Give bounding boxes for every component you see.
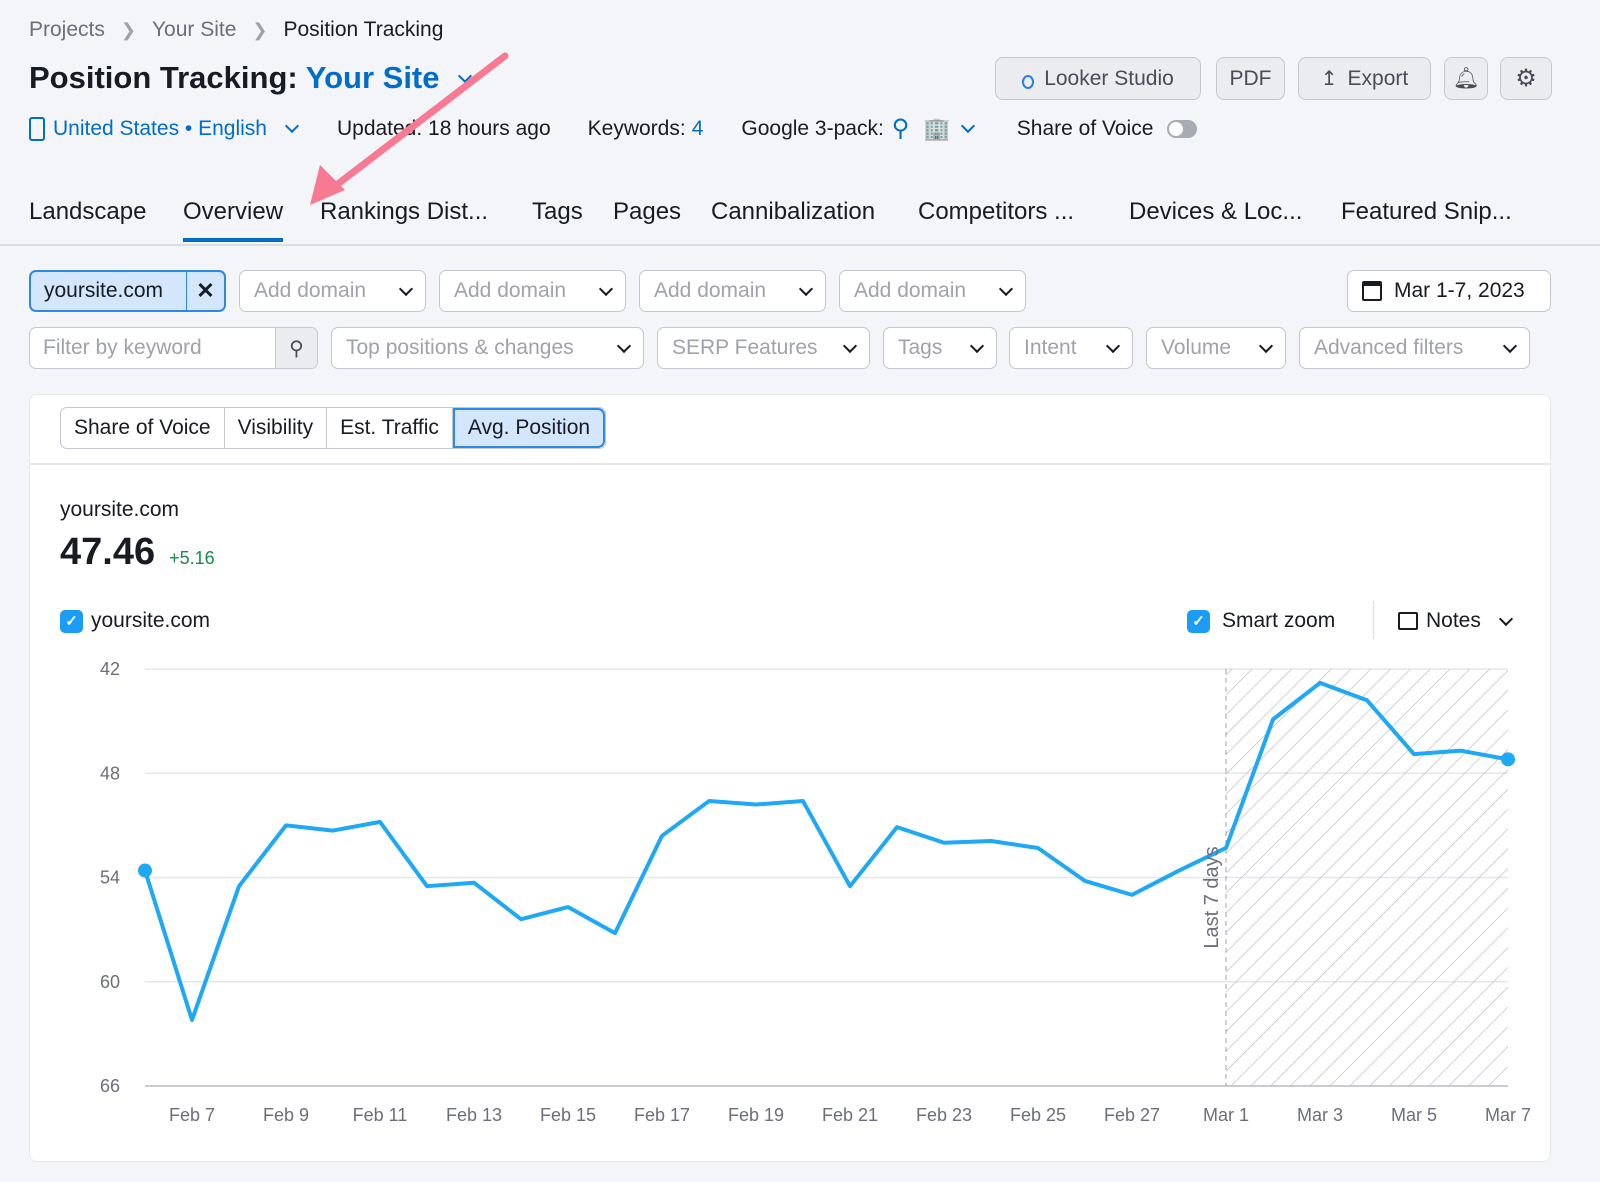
x-tick-label: Mar 7 (1485, 1105, 1531, 1125)
x-tick-label: Feb 23 (916, 1105, 972, 1125)
x-tick-label: Feb 21 (822, 1105, 878, 1125)
last-7-days-label: Last 7 days (1201, 846, 1223, 948)
data-point (1501, 752, 1515, 767)
x-tick-label: Feb 17 (634, 1105, 690, 1125)
x-tick-label: Feb 9 (263, 1105, 309, 1125)
avg-position-chart: 42 48 54 60 66 Last 7 days Feb 7 Feb 9 Feb 11 Feb… (100, 659, 1531, 1125)
x-tick-label: Mar 1 (1203, 1105, 1249, 1125)
x-tick-label: Feb 19 (728, 1105, 784, 1125)
y-tick-label: 66 (100, 1076, 120, 1096)
data-point (138, 863, 152, 878)
x-tick-label: Feb 11 (353, 1105, 408, 1125)
x-tick-label: Feb 27 (1104, 1105, 1160, 1125)
y-tick-label: 60 (100, 972, 120, 992)
x-tick-label: Feb 15 (540, 1105, 596, 1125)
y-tick-label: 48 (100, 763, 120, 783)
y-tick-label: 54 (100, 868, 120, 888)
x-tick-label: Feb 13 (446, 1105, 502, 1125)
x-tick-label: Mar 5 (1391, 1105, 1437, 1125)
y-tick-label: 42 (100, 659, 120, 679)
x-tick-label: Feb 25 (1010, 1105, 1066, 1125)
x-tick-label: Mar 3 (1297, 1105, 1343, 1125)
x-tick-label: Feb 7 (169, 1105, 215, 1125)
